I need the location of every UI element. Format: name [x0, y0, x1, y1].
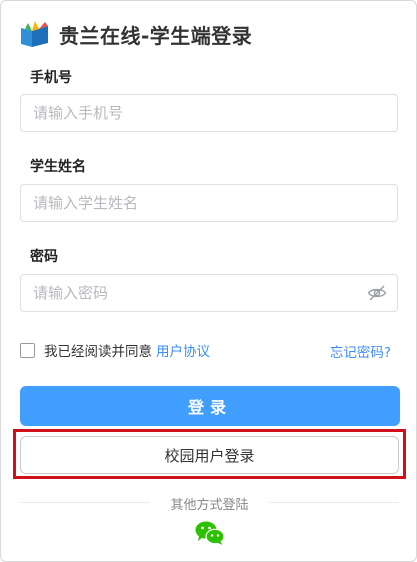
wechat-icon[interactable]: [195, 520, 225, 546]
agreement-text: 我已经阅读并同意: [44, 344, 152, 360]
agreement-checkbox[interactable]: [20, 342, 35, 358]
password-label: 密码: [30, 249, 58, 265]
student-name-field-box: [20, 184, 398, 222]
other-methods-divider: 其他方式登陆: [1, 494, 416, 513]
other-methods-label: 其他方式登陆: [164, 498, 255, 513]
user-agreement-link[interactable]: 用户协议: [156, 340, 210, 360]
phone-label: 手机号: [30, 70, 72, 86]
forgot-password-link[interactable]: 忘记密码?: [330, 341, 391, 361]
eye-hidden-icon[interactable]: [367, 284, 387, 302]
book-logo-icon: [21, 21, 48, 47]
campus-login-button[interactable]: 校园用户登录: [20, 436, 399, 474]
password-field-box: [20, 274, 398, 312]
login-button[interactable]: 登录: [20, 386, 400, 426]
phone-field-box: [20, 94, 398, 132]
phone-input[interactable]: [21, 95, 353, 131]
password-input[interactable]: [21, 275, 353, 311]
student-name-label: 学生姓名: [30, 159, 86, 175]
student-name-input[interactable]: [21, 185, 353, 221]
agreement-row: 我已经阅读并同意 用户协议: [20, 340, 210, 360]
header: 贵兰在线-学生端登录: [19, 17, 252, 51]
page-title: 贵兰在线-学生端登录: [59, 23, 253, 48]
login-card: 贵兰在线-学生端登录 手机号 学生姓名 密码 我已经阅读并同意 用户协议 忘记密…: [0, 0, 417, 562]
